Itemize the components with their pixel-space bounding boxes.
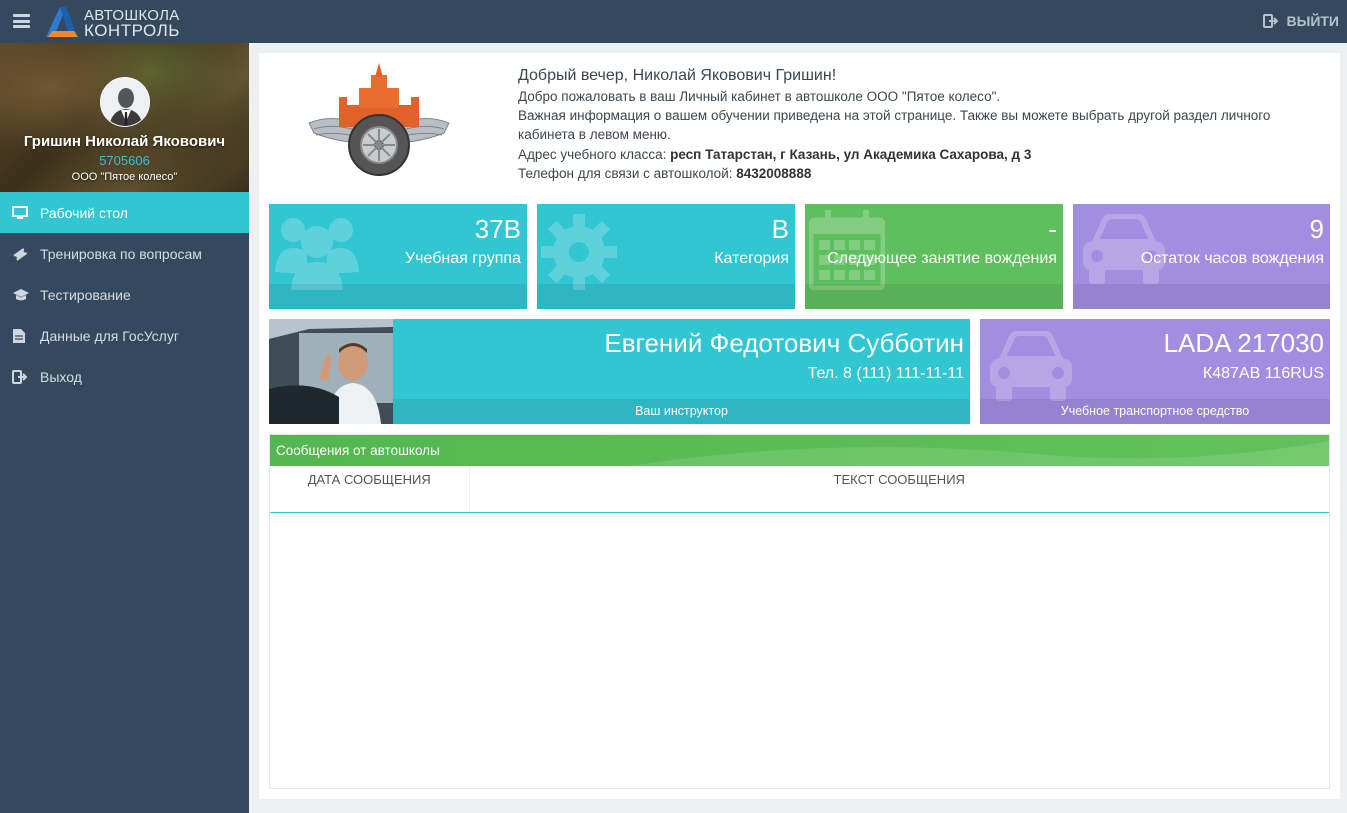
vehicle-model: LADA 217030 bbox=[1163, 328, 1324, 358]
sidebar-item-label: Рабочий стол bbox=[40, 204, 128, 221]
tile-footer bbox=[805, 284, 1063, 309]
sidebar-item-label: Тестирование bbox=[40, 286, 131, 303]
main-panel: Добрый вечер, Николай Яковович Гришин! Д… bbox=[259, 53, 1340, 799]
tile-next-lesson[interactable]: - Следующее занятие вождения bbox=[805, 204, 1063, 309]
tile-footer bbox=[269, 284, 527, 309]
welcome-block: Добрый вечер, Николай Яковович Гришин! Д… bbox=[518, 65, 1328, 183]
instructor-name: Евгений Федотович Субботин bbox=[604, 328, 964, 358]
header-wave-decoration bbox=[629, 441, 1329, 466]
school-logo bbox=[304, 63, 454, 183]
tile-footer bbox=[537, 284, 795, 309]
sidebar-item-label: Данные для ГосУслуг bbox=[40, 327, 179, 344]
instructor-card[interactable]: Евгений Федотович Субботин Тел. 8 (111) … bbox=[269, 319, 970, 424]
vehicle-plate: К487АВ 116RUS bbox=[1202, 365, 1324, 382]
phone-value: 8432008888 bbox=[736, 165, 812, 181]
vehicle-card[interactable]: LADA 217030 К487АВ 116RUS Учебное трансп… bbox=[980, 319, 1330, 424]
messages-title: Сообщения от автошколы bbox=[276, 443, 440, 458]
monitor-icon bbox=[12, 205, 40, 220]
messages-panel: Сообщения от автошколы ДАТА СООБЩЕНИЯ ТЕ… bbox=[269, 434, 1330, 789]
tile-footer bbox=[1073, 284, 1330, 309]
hamburger-menu-icon[interactable] bbox=[13, 14, 30, 28]
profile-card: Гришин Николай Яковович 5705606 ООО "Пят… bbox=[0, 43, 249, 192]
logo-line2: КОНТРОЛЬ bbox=[84, 21, 180, 40]
car-icon bbox=[990, 331, 1072, 401]
tile-label: Следующее занятие вождения bbox=[827, 250, 1057, 267]
instructor-photo bbox=[269, 319, 393, 424]
tile-label: Остаток часов вождения bbox=[1140, 250, 1324, 267]
tile-study-group[interactable]: 37В Учебная группа bbox=[269, 204, 527, 309]
sidebar: Гришин Николай Яковович 5705606 ООО "Пят… bbox=[0, 43, 249, 813]
logout-button[interactable]: ВЫЙТИ bbox=[1262, 13, 1340, 29]
tile-label: Учебная группа bbox=[404, 250, 521, 267]
user-silhouette-icon bbox=[101, 78, 149, 126]
tile-label: Категория bbox=[714, 250, 789, 267]
tile-value: В bbox=[771, 214, 789, 244]
messages-table: ДАТА СООБЩЕНИЯ ТЕКСТ СООБЩЕНИЯ bbox=[270, 466, 1329, 513]
sign-out-icon bbox=[1262, 14, 1278, 28]
info-line: Важная информация о вашем обучении приве… bbox=[518, 108, 1271, 143]
sidebar-item-desktop[interactable]: Рабочий стол bbox=[0, 192, 249, 233]
avatar[interactable] bbox=[100, 77, 150, 127]
sidebar-item-label: Тренировка по вопросам bbox=[40, 245, 202, 262]
sidebar-item-gosuslugi[interactable]: Данные для ГосУслуг bbox=[0, 315, 249, 356]
address-label: Адрес учебного класса: bbox=[518, 146, 667, 162]
address-line: Адрес учебного класса: респ Татарстан, г… bbox=[518, 145, 1328, 164]
profile-id: 5705606 bbox=[99, 153, 150, 168]
greeting: Добрый вечер, Николай Яковович Гришин! bbox=[518, 67, 837, 84]
tile-category[interactable]: В Категория bbox=[537, 204, 795, 309]
sidebar-item-logout[interactable]: Выход bbox=[0, 356, 249, 397]
sidebar-item-label: Выход bbox=[40, 368, 82, 385]
app-logo[interactable]: АВТОШКОЛА КОНТРОЛЬ bbox=[44, 5, 184, 40]
tile-hours-left[interactable]: 9 Остаток часов вождения bbox=[1073, 204, 1330, 309]
profile-name: Гришин Николай Яковович bbox=[23, 133, 226, 150]
users-icon bbox=[275, 218, 359, 290]
messages-header: Сообщения от автошколы bbox=[270, 435, 1329, 466]
tile-value: 37В bbox=[474, 214, 521, 244]
gear-icon bbox=[541, 214, 617, 290]
column-header-date[interactable]: ДАТА СООБЩЕНИЯ bbox=[270, 466, 470, 513]
vehicle-caption: Учебное транспортное средство bbox=[980, 399, 1330, 424]
sidebar-item-testing[interactable]: Тестирование bbox=[0, 274, 249, 315]
graduation-cap-icon bbox=[12, 288, 40, 302]
profile-org: ООО "Пятое колесо" bbox=[71, 171, 178, 183]
logout-label: ВЫЙТИ bbox=[1286, 13, 1340, 29]
top-bar: АВТОШКОЛА КОНТРОЛЬ ВЫЙТИ bbox=[0, 0, 1347, 43]
phone-label: Телефон для связи с автошколой: bbox=[518, 165, 733, 181]
welcome-line: Добро пожаловать в ваш Личный кабинет в … bbox=[518, 89, 1001, 104]
phone-line: Телефон для связи с автошколой: 84320088… bbox=[518, 164, 1328, 183]
sign-out-icon bbox=[12, 369, 40, 384]
column-header-text[interactable]: ТЕКСТ СООБЩЕНИЯ bbox=[469, 466, 1329, 513]
logo-a-icon bbox=[46, 7, 78, 37]
tile-value: 9 bbox=[1309, 214, 1324, 244]
tile-value: - bbox=[1048, 214, 1057, 244]
instructor-caption: Ваш инструктор bbox=[393, 399, 970, 424]
sidebar-item-training[interactable]: Тренировка по вопросам bbox=[0, 233, 249, 274]
ticket-icon bbox=[12, 247, 40, 261]
address-value: респ Татарстан, г Казань, ул Академика С… bbox=[670, 146, 1032, 162]
instructor-phone: Тел. 8 (111) 111-11-11 bbox=[807, 365, 964, 382]
document-icon bbox=[12, 328, 40, 344]
